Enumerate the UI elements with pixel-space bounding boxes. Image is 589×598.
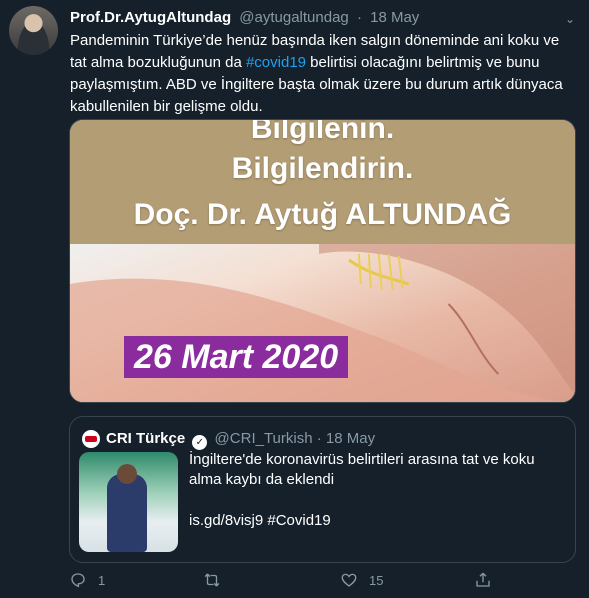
tweet-image[interactable]: Bilgilenin. Bilgilendirin. Doç. Dr. Aytu… [69,119,576,403]
quoted-separator: · [316,430,322,447]
like-button[interactable]: 15 [340,568,383,592]
retweet-icon [204,573,220,587]
thumbnail-face [117,464,137,484]
date-tag: 26 Mart 2020 [124,336,349,378]
image-banner: Bilgilenin. Bilgilendirin. Doç. Dr. Aytu… [70,120,575,244]
quoted-link-line[interactable]: is.gd/8visj9 #Covid19 [189,511,331,531]
reply-icon [71,573,85,588]
image-text-line3: Doç. Dr. Aytuğ ALTUNDAĞ [133,198,512,231]
retweet-button[interactable] [203,568,232,592]
avatar[interactable] [9,6,58,55]
tweet-text: Pandeminin Türkiye’de henüz başında iken… [70,30,580,118]
quoted-handle[interactable]: @CRI_Turkish [215,430,313,447]
reply-count: 1 [98,572,106,588]
quoted-tweet[interactable]: CRI Türkçe ✓ @CRI_Turkish · 18 May İngil… [69,416,576,563]
chevron-down-icon[interactable]: ⌄ [565,12,575,26]
heart-icon [341,573,357,587]
reply-button[interactable]: 1 [69,568,105,592]
anatomy-drawing [70,244,575,402]
share-icon [476,572,490,587]
quoted-text: İngiltere'de koronavirüs belirtileri ara… [189,451,535,488]
cri-logo-avatar[interactable] [82,430,100,448]
like-count: 15 [369,572,384,588]
handle[interactable]: @aytugaltundag [239,9,348,26]
nasal-anatomy-illustration [70,244,575,402]
action-bar: 1 15 [0,568,589,592]
tweet[interactable]: Prof.Dr.AytugAltundag @aytugaltundag · 1… [0,0,589,598]
quoted-date[interactable]: 18 May [326,430,375,447]
hashtag-link[interactable]: #covid19 [246,54,306,71]
quoted-display-name[interactable]: CRI Türkçe [106,430,185,447]
quoted-thumbnail[interactable] [79,452,178,552]
image-text-line1: Bilgilenin. [250,119,395,145]
verified-badge-icon: ✓ [192,435,208,450]
display-name[interactable]: Prof.Dr.AytugAltundag [70,9,231,26]
quoted-header: CRI Türkçe ✓ @CRI_Turkish · 18 May [106,429,375,450]
share-button[interactable] [474,568,492,592]
tweet-date[interactable]: 18 May [370,9,419,26]
image-text-line2: Bilgilendirin. [231,152,414,185]
tweet-header: Prof.Dr.AytugAltundag @aytugaltundag · 1… [70,8,419,28]
separator: · [356,9,362,26]
thumbnail-person [107,474,147,552]
